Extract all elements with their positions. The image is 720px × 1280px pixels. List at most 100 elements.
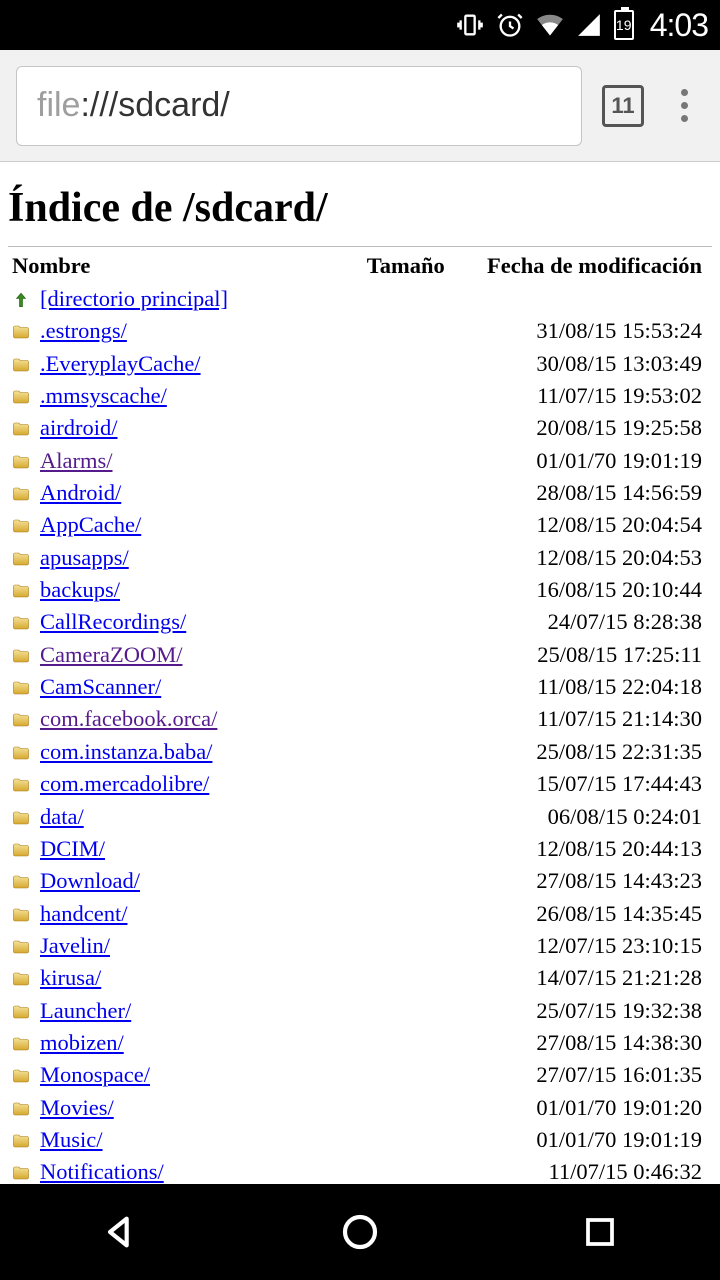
file-size — [346, 703, 466, 735]
folder-icon — [12, 933, 40, 958]
table-row: com.mercadolibre/15/07/15 17:44:43 — [8, 768, 712, 800]
parent-directory-link[interactable]: [directorio principal] — [40, 286, 228, 311]
directory-link[interactable]: CallRecordings/ — [40, 609, 186, 634]
alarm-icon — [496, 11, 524, 39]
directory-link[interactable]: Launcher/ — [40, 998, 131, 1023]
directory-link[interactable]: Monospace/ — [40, 1062, 150, 1087]
table-row: DCIM/12/08/15 20:44:13 — [8, 833, 712, 865]
table-row: com.facebook.orca/11/07/15 21:14:30 — [8, 703, 712, 735]
file-date: 12/08/15 20:44:13 — [466, 833, 712, 865]
file-size — [346, 995, 466, 1027]
table-row: apusapps/12/08/15 20:04:53 — [8, 542, 712, 574]
directory-link[interactable]: .estrongs/ — [40, 318, 127, 343]
directory-link[interactable]: .mmsyscache/ — [40, 383, 167, 408]
table-row: CameraZOOM/25/08/15 17:25:11 — [8, 639, 712, 671]
directory-link[interactable]: com.facebook.orca/ — [40, 706, 217, 731]
parent-directory-row: [directorio principal] — [8, 283, 712, 315]
file-date: 27/08/15 14:43:23 — [466, 865, 712, 897]
home-button[interactable] — [300, 1202, 420, 1262]
file-date: 28/08/15 14:56:59 — [466, 477, 712, 509]
file-size — [346, 445, 466, 477]
directory-link[interactable]: Android/ — [40, 480, 121, 505]
directory-link[interactable]: CamScanner/ — [40, 674, 161, 699]
file-size — [346, 412, 466, 444]
page-content: Índice de /sdcard/ Nombre Tamaño Fecha d… — [0, 162, 720, 1184]
table-row: handcent/26/08/15 14:35:45 — [8, 898, 712, 930]
folder-icon — [12, 739, 40, 764]
file-date: 12/07/15 23:10:15 — [466, 930, 712, 962]
folder-icon — [12, 901, 40, 926]
directory-link[interactable]: Movies/ — [40, 1095, 114, 1120]
table-row: AppCache/12/08/15 20:04:54 — [8, 509, 712, 541]
status-clock: 4:03 — [650, 7, 708, 44]
directory-link[interactable]: airdroid/ — [40, 415, 117, 440]
file-size — [346, 477, 466, 509]
directory-link[interactable]: Music/ — [40, 1127, 103, 1152]
folder-icon — [12, 642, 40, 667]
directory-link[interactable]: AppCache/ — [40, 512, 141, 537]
folder-icon — [12, 480, 40, 505]
file-date: 27/07/15 16:01:35 — [466, 1059, 712, 1091]
directory-link[interactable]: CameraZOOM/ — [40, 642, 182, 667]
file-size — [346, 1124, 466, 1156]
wifi-icon — [536, 11, 564, 39]
directory-link[interactable]: Notifications/ — [40, 1159, 164, 1184]
signal-icon — [576, 12, 602, 38]
folder-icon — [12, 804, 40, 829]
directory-link[interactable]: com.instanza.baba/ — [40, 739, 212, 764]
directory-link[interactable]: mobizen/ — [40, 1030, 124, 1055]
directory-link[interactable]: backups/ — [40, 577, 120, 602]
table-row: airdroid/20/08/15 19:25:58 — [8, 412, 712, 444]
directory-link[interactable]: apusapps/ — [40, 545, 129, 570]
directory-link[interactable]: Alarms/ — [40, 448, 113, 473]
table-row: Launcher/25/07/15 19:32:38 — [8, 995, 712, 1027]
file-date: 27/08/15 14:38:30 — [466, 1027, 712, 1059]
directory-link[interactable]: Download/ — [40, 868, 140, 893]
folder-icon — [12, 1095, 40, 1120]
folder-icon — [12, 674, 40, 699]
file-date: 11/07/15 21:14:30 — [466, 703, 712, 735]
table-row: Music/01/01/70 19:01:19 — [8, 1124, 712, 1156]
file-size — [346, 509, 466, 541]
file-date: 11/07/15 0:46:32 — [466, 1156, 712, 1184]
file-date: 31/08/15 15:53:24 — [466, 315, 712, 347]
table-header-row: Nombre Tamaño Fecha de modificación — [8, 251, 712, 283]
directory-link[interactable]: data/ — [40, 804, 84, 829]
file-size — [346, 736, 466, 768]
folder-icon — [12, 545, 40, 570]
table-row: com.instanza.baba/25/08/15 22:31:35 — [8, 736, 712, 768]
back-button[interactable] — [60, 1202, 180, 1262]
recent-apps-button[interactable] — [540, 1202, 660, 1262]
folder-icon — [12, 868, 40, 893]
folder-icon — [12, 415, 40, 440]
file-size — [346, 930, 466, 962]
directory-link[interactable]: handcent/ — [40, 901, 127, 926]
url-bar[interactable]: file:///sdcard/ — [16, 66, 582, 146]
browser-toolbar: file:///sdcard/ 11 — [0, 50, 720, 162]
file-date: 16/08/15 20:10:44 — [466, 574, 712, 606]
directory-link[interactable]: kirusa/ — [40, 965, 101, 990]
directory-link[interactable]: com.mercadolibre/ — [40, 771, 209, 796]
directory-link[interactable]: DCIM/ — [40, 836, 105, 861]
folder-icon — [12, 609, 40, 634]
directory-listing: Nombre Tamaño Fecha de modificación [dir… — [8, 251, 712, 1184]
table-row: backups/16/08/15 20:10:44 — [8, 574, 712, 606]
folder-icon — [12, 351, 40, 376]
file-size — [346, 801, 466, 833]
file-date: 25/07/15 19:32:38 — [466, 995, 712, 1027]
folder-icon — [12, 577, 40, 602]
file-date: 24/07/15 8:28:38 — [466, 606, 712, 638]
folder-icon — [12, 512, 40, 537]
file-date: 01/01/70 19:01:19 — [466, 445, 712, 477]
file-date: 25/08/15 22:31:35 — [466, 736, 712, 768]
file-size — [346, 1027, 466, 1059]
directory-link[interactable]: Javelin/ — [40, 933, 110, 958]
table-row: Monospace/27/07/15 16:01:35 — [8, 1059, 712, 1091]
directory-link[interactable]: .EveryplayCache/ — [40, 351, 201, 376]
page-title: Índice de /sdcard/ — [8, 184, 712, 232]
tab-switcher-button[interactable]: 11 — [602, 85, 644, 127]
overflow-menu-button[interactable] — [664, 89, 704, 122]
file-size — [346, 768, 466, 800]
file-date: 11/07/15 19:53:02 — [466, 380, 712, 412]
file-date: 01/01/70 19:01:19 — [466, 1124, 712, 1156]
